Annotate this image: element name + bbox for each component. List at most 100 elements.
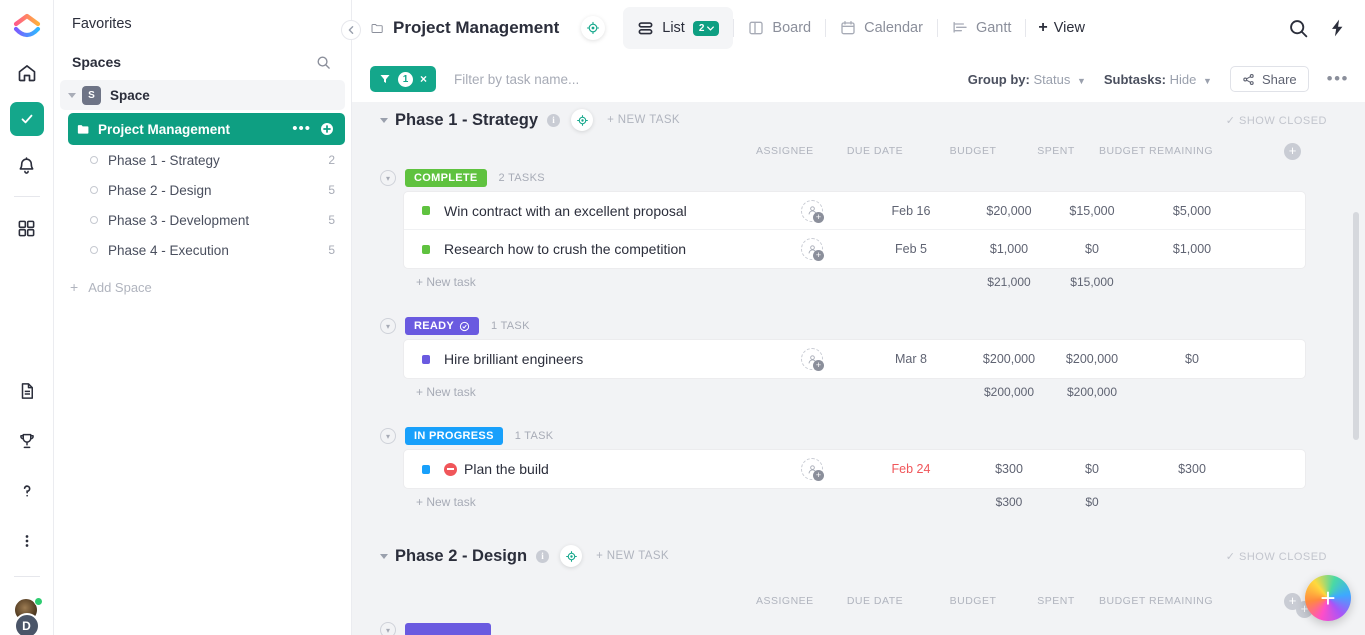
help-question-icon[interactable] <box>10 474 44 508</box>
subtasks-dropdown[interactable]: Subtasks: Hide ▼ <box>1104 72 1212 87</box>
task-name[interactable]: Win contract with an excellent proposal <box>444 203 687 219</box>
project-more-icon[interactable]: ••• <box>292 121 311 136</box>
target-icon[interactable] <box>560 545 583 567</box>
goals-trophy-icon[interactable] <box>10 424 44 458</box>
sidebar-space-row[interactable]: S Space <box>60 80 345 110</box>
search-icon[interactable] <box>1288 18 1309 39</box>
column-header-assignee[interactable]: ASSIGNEE <box>756 595 813 607</box>
column-header-due-date[interactable]: DUE DATE <box>830 595 920 607</box>
target-icon[interactable] <box>581 16 606 40</box>
chevron-down-icon[interactable] <box>380 553 388 559</box>
tab-list[interactable]: List 2 <box>623 7 734 49</box>
new-task-button[interactable]: + New task <box>404 495 476 509</box>
show-closed-toggle[interactable]: ✓ SHOW CLOSED <box>1226 550 1327 563</box>
column-header-spent[interactable]: SPENT <box>1016 145 1096 157</box>
add-assignee-icon[interactable]: + <box>813 211 824 223</box>
add-assignee-icon[interactable]: + <box>813 250 824 261</box>
more-vertical-icon[interactable] <box>10 524 44 558</box>
column-header-budget[interactable]: BUDGET <box>928 595 1018 607</box>
chevron-down-icon[interactable] <box>68 92 76 98</box>
assignee-avatar-placeholder[interactable]: + <box>801 458 824 481</box>
cell-due-date[interactable]: Mar 8 <box>866 352 956 366</box>
notifications-bell-icon[interactable] <box>10 148 44 182</box>
sidebar-item-phase[interactable]: Phase 4 - Execution 5 <box>68 235 345 265</box>
task-name[interactable]: Research how to crush the competition <box>444 241 686 257</box>
add-space-button[interactable]: + Add Space <box>70 279 351 295</box>
group-by-dropdown[interactable]: Group by: Status ▼ <box>968 72 1086 87</box>
column-header-budget-remaining[interactable]: BUDGET REMAINING <box>1096 595 1216 607</box>
table-row[interactable]: Research how to crush the competition + … <box>404 230 1305 268</box>
vertical-scrollbar[interactable] <box>1353 212 1359 440</box>
add-view-button[interactable]: + View <box>1026 19 1097 37</box>
clickup-logo-icon[interactable] <box>10 10 44 44</box>
filter-button[interactable]: 1 × <box>370 66 437 92</box>
sidebar-item-phase[interactable]: Phase 2 - Design 5 <box>68 175 345 205</box>
cell-budget-remaining[interactable]: $0 <box>1132 352 1252 366</box>
sidebar-item-phase[interactable]: Phase 3 - Development 5 <box>68 205 345 235</box>
cell-budget-remaining[interactable]: $5,000 <box>1132 204 1252 218</box>
group-task-count: 1 TASK <box>514 430 554 442</box>
tab-calendar[interactable]: Calendar <box>826 7 937 49</box>
collapse-group-icon[interactable]: ▾ <box>380 170 396 186</box>
column-header-due-date[interactable]: DUE DATE <box>830 145 920 157</box>
dashboards-grid-icon[interactable] <box>10 211 44 245</box>
cell-budget[interactable]: $1,000 <box>964 242 1054 256</box>
info-icon[interactable]: i <box>536 549 550 563</box>
search-icon[interactable] <box>316 55 331 70</box>
cell-budget-remaining[interactable]: $300 <box>1132 462 1252 476</box>
task-name[interactable]: Hire brilliant engineers <box>444 351 583 367</box>
add-assignee-icon[interactable]: + <box>813 360 824 371</box>
add-assignee-icon[interactable]: + <box>813 470 824 481</box>
table-row[interactable]: Win contract with an excellent proposal … <box>404 192 1305 230</box>
sidebar-collapse-button[interactable] <box>341 20 361 40</box>
cell-due-date[interactable]: Feb 16 <box>866 204 956 218</box>
cell-budget[interactable]: $20,000 <box>964 204 1054 218</box>
search-input[interactable] <box>454 71 775 87</box>
assignee-avatar-placeholder[interactable]: + <box>801 238 824 261</box>
chevron-down-icon[interactable] <box>380 117 388 123</box>
cell-budget[interactable]: $200,000 <box>964 352 1054 366</box>
create-task-fab[interactable]: + <box>1305 575 1351 621</box>
cell-spent[interactable]: $0 <box>1052 242 1132 256</box>
cell-due-date[interactable]: Feb 5 <box>866 242 956 256</box>
add-column-icon[interactable]: + <box>1284 142 1301 160</box>
docs-icon[interactable] <box>10 374 44 408</box>
task-name[interactable]: Plan the build <box>444 461 549 477</box>
new-task-link[interactable]: + NEW TASK <box>596 550 669 562</box>
column-header-budget[interactable]: BUDGET <box>928 145 1018 157</box>
cell-budget[interactable]: $300 <box>964 462 1054 476</box>
cell-budget-remaining[interactable]: $1,000 <box>1132 242 1252 256</box>
home-icon[interactable] <box>10 56 44 90</box>
info-icon[interactable]: i <box>547 113 561 127</box>
collapse-group-icon[interactable]: ▾ <box>380 428 396 444</box>
column-header-spent[interactable]: SPENT <box>1016 595 1096 607</box>
clear-filter-icon[interactable]: × <box>420 72 427 86</box>
lightning-bolt-icon[interactable] <box>1327 18 1347 38</box>
sidebar-item-project-management[interactable]: Project Management ••• <box>68 113 345 145</box>
assignee-avatar-placeholder[interactable]: + <box>801 199 824 223</box>
new-task-link[interactable]: + NEW TASK <box>607 114 680 126</box>
column-header-assignee[interactable]: ASSIGNEE <box>756 145 813 157</box>
cell-spent[interactable]: $15,000 <box>1052 204 1132 218</box>
cell-spent[interactable]: $0 <box>1052 462 1132 476</box>
table-row[interactable]: Hire brilliant engineers + Mar 8 $200,00… <box>404 340 1305 378</box>
tab-board[interactable]: Board <box>734 7 825 49</box>
tasks-icon[interactable] <box>9 102 44 136</box>
tab-list-badge[interactable]: 2 <box>692 20 720 36</box>
assignee-avatar-placeholder[interactable]: + <box>801 348 824 371</box>
sidebar-item-phase[interactable]: Phase 1 - Strategy 2 <box>68 145 345 175</box>
target-icon[interactable] <box>571 109 594 131</box>
avatar[interactable]: D <box>12 597 43 635</box>
column-header-budget-remaining[interactable]: BUDGET REMAINING <box>1096 145 1216 157</box>
table-row[interactable]: Plan the build + Feb 24 $300 $0 $300 <box>404 450 1305 488</box>
collapse-group-icon[interactable]: ▾ <box>380 318 396 334</box>
cell-due-date[interactable]: Feb 24 <box>866 462 956 476</box>
tab-gantt[interactable]: Gantt <box>938 7 1025 49</box>
new-task-button[interactable]: + New task <box>404 275 476 289</box>
new-task-button[interactable]: + New task <box>404 385 476 399</box>
show-closed-toggle[interactable]: ✓ SHOW CLOSED <box>1226 114 1327 127</box>
collapse-group-icon[interactable]: ▾ <box>380 622 396 635</box>
share-button[interactable]: Share <box>1229 66 1309 92</box>
ellipsis-icon[interactable]: ••• <box>1327 70 1349 87</box>
cell-spent[interactable]: $200,000 <box>1052 352 1132 366</box>
